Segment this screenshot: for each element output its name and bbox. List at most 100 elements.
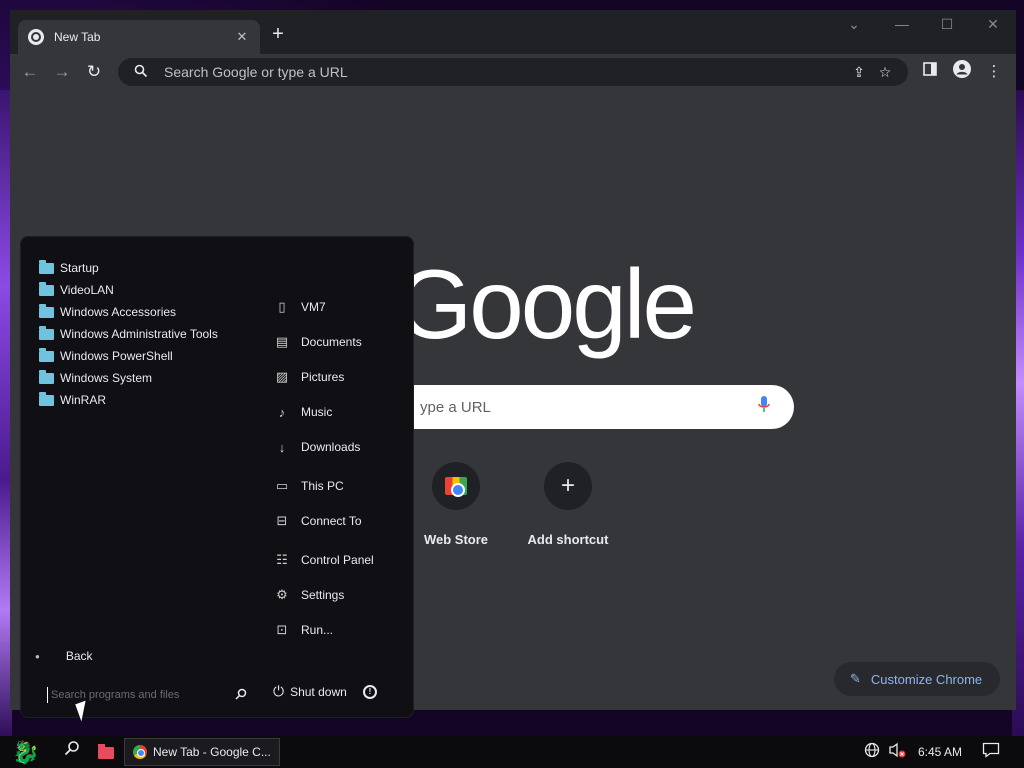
folder-label: Windows System — [60, 371, 153, 385]
start-button-dragon-icon[interactable]: 🐉 — [6, 738, 46, 768]
plus-icon: + — [544, 462, 592, 510]
tab-search-icon[interactable]: ⌄ — [842, 16, 866, 33]
back-button[interactable]: ● Back — [35, 649, 93, 663]
shutdown-options-icon[interactable]: ! — [363, 685, 377, 699]
web-store-icon — [432, 462, 480, 510]
folder-icon — [39, 303, 54, 318]
close-window-button[interactable]: ✕ — [981, 16, 1005, 33]
notification-icon[interactable] — [982, 742, 1000, 761]
maximize-button[interactable]: ☐ — [935, 16, 959, 33]
folder-item-windows-powershell[interactable]: Windows PowerShell — [39, 347, 173, 365]
folder-icon — [39, 259, 54, 274]
taskbar: 🐉 New Tab - Google C... 6:45 AM — [0, 736, 1024, 768]
music-icon: ♪ — [278, 404, 286, 420]
address-bar[interactable]: Search Google or type a URL ⇪ ☆ — [118, 58, 908, 86]
user-folder-icon: ▯ — [278, 299, 286, 314]
google-logo: Google — [396, 249, 697, 359]
start-item-label: Downloads — [301, 440, 361, 454]
side-panel-icon[interactable] — [918, 60, 942, 84]
start-item-settings[interactable]: ⚙ Settings — [273, 585, 344, 605]
start-item-documents[interactable]: ▤ Documents — [273, 332, 362, 352]
power-icon: ⏻ — [273, 683, 285, 699]
start-item-label: Settings — [301, 588, 345, 602]
volume-muted-icon[interactable] — [888, 742, 906, 761]
folder-item-startup[interactable]: Startup — [39, 259, 99, 277]
pictures-icon: ▨ — [275, 369, 289, 384]
file-explorer-icon[interactable] — [92, 740, 120, 764]
folder-item-videolan[interactable]: VideoLAN — [39, 281, 114, 299]
start-menu: Startup VideoLAN Windows Accessories Win… — [20, 236, 414, 718]
start-search-input[interactable]: Search programs and files — [47, 685, 247, 705]
start-item-label: Documents — [301, 335, 362, 349]
ntp-search-placeholder: ype a URL — [420, 398, 491, 416]
folder-item-winrar[interactable]: WinRAR — [39, 391, 106, 409]
tab-title: New Tab — [54, 30, 101, 44]
microphone-icon[interactable] — [758, 395, 770, 419]
folder-label: Windows Accessories — [60, 305, 177, 319]
profile-icon[interactable] — [950, 60, 974, 84]
shortcut-label: Add shortcut — [527, 532, 609, 547]
folder-item-windows-administrative-tools[interactable]: Windows Administrative Tools — [39, 325, 218, 343]
back-button[interactable]: ← — [18, 60, 42, 84]
folder-icon — [39, 325, 54, 340]
address-bar-placeholder: Search Google or type a URL — [164, 64, 348, 80]
folder-item-windows-system[interactable]: Windows System — [39, 369, 152, 387]
shutdown-button[interactable]: ⏻ Shut down — [273, 683, 347, 700]
documents-icon: ▤ — [275, 334, 289, 349]
folder-label: Windows Administrative Tools — [60, 327, 218, 341]
back-arrow-icon: ● — [35, 651, 40, 661]
shortcut-label: Web Store — [423, 532, 489, 547]
shutdown-label: Shut down — [290, 684, 347, 699]
settings-icon: ⚙ — [276, 587, 288, 602]
new-tab-button[interactable]: + — [268, 24, 288, 44]
start-item-pictures[interactable]: ▨ Pictures — [273, 367, 345, 387]
computer-icon: ▭ — [275, 478, 289, 493]
tab-new-tab[interactable]: New Tab ✕ — [18, 20, 260, 54]
taskbar-clock[interactable]: 6:45 AM — [918, 745, 962, 759]
close-tab-icon[interactable]: ✕ — [234, 29, 250, 45]
folder-icon — [39, 369, 54, 384]
start-item-label: Control Panel — [301, 553, 374, 567]
start-item-control-panel[interactable]: ☷ Control Panel — [273, 550, 374, 570]
folder-icon — [39, 281, 54, 296]
folder-item-windows-accessories[interactable]: Windows Accessories — [39, 303, 176, 321]
folder-label: Windows PowerShell — [60, 349, 173, 363]
shortcut-web-store[interactable]: Web Store — [401, 462, 511, 547]
taskbar-search-icon[interactable] — [58, 740, 86, 764]
task-label: New Tab - Google C... — [153, 745, 271, 759]
control-panel-icon: ☷ — [276, 552, 288, 567]
start-item-vm7[interactable]: ▯ VM7 — [273, 297, 326, 317]
run-icon: ⊡ — [276, 622, 288, 637]
start-item-label: VM7 — [301, 300, 326, 314]
network-globe-icon[interactable] — [864, 742, 880, 761]
menu-icon[interactable]: ⋮ — [982, 60, 1006, 84]
browser-toolbar: ← → ↻ Search Google or type a URL ⇪ ☆ ⋮ — [10, 54, 1016, 90]
search-icon — [128, 64, 154, 81]
connect-icon: ⊟ — [276, 513, 288, 528]
folder-label: Startup — [60, 261, 99, 275]
search-icon[interactable] — [235, 688, 247, 703]
taskbar-chrome-task[interactable]: New Tab - Google C... — [124, 738, 280, 766]
shortcut-add[interactable]: + Add shortcut — [513, 462, 623, 547]
start-item-label: Connect To — [301, 514, 362, 528]
start-item-run[interactable]: ⊡ Run... — [273, 620, 333, 640]
start-item-this-pc[interactable]: ▭ This PC — [273, 476, 344, 496]
start-item-downloads[interactable]: ↓ Downloads — [273, 437, 361, 457]
folder-label: WinRAR — [60, 393, 107, 407]
minimize-button[interactable]: — — [890, 16, 914, 32]
downloads-icon: ↓ — [278, 439, 286, 455]
folder-icon — [39, 347, 54, 362]
reload-button[interactable]: ↻ — [82, 60, 106, 84]
customize-chrome-button[interactable]: ✎ Customize Chrome — [834, 662, 1000, 696]
start-item-label: Run... — [301, 623, 334, 637]
folder-label: VideoLAN — [60, 283, 114, 297]
ntp-search-box[interactable]: ype a URL — [390, 385, 794, 429]
start-item-connect-to[interactable]: ⊟ Connect To — [273, 511, 362, 531]
forward-button[interactable]: → — [50, 60, 74, 84]
start-item-music[interactable]: ♪ Music — [273, 402, 333, 422]
start-item-label: Music — [301, 405, 333, 419]
chrome-icon — [133, 745, 147, 759]
share-icon[interactable]: ⇪ — [846, 64, 872, 81]
star-icon[interactable]: ☆ — [872, 64, 898, 81]
folder-icon — [39, 391, 54, 406]
